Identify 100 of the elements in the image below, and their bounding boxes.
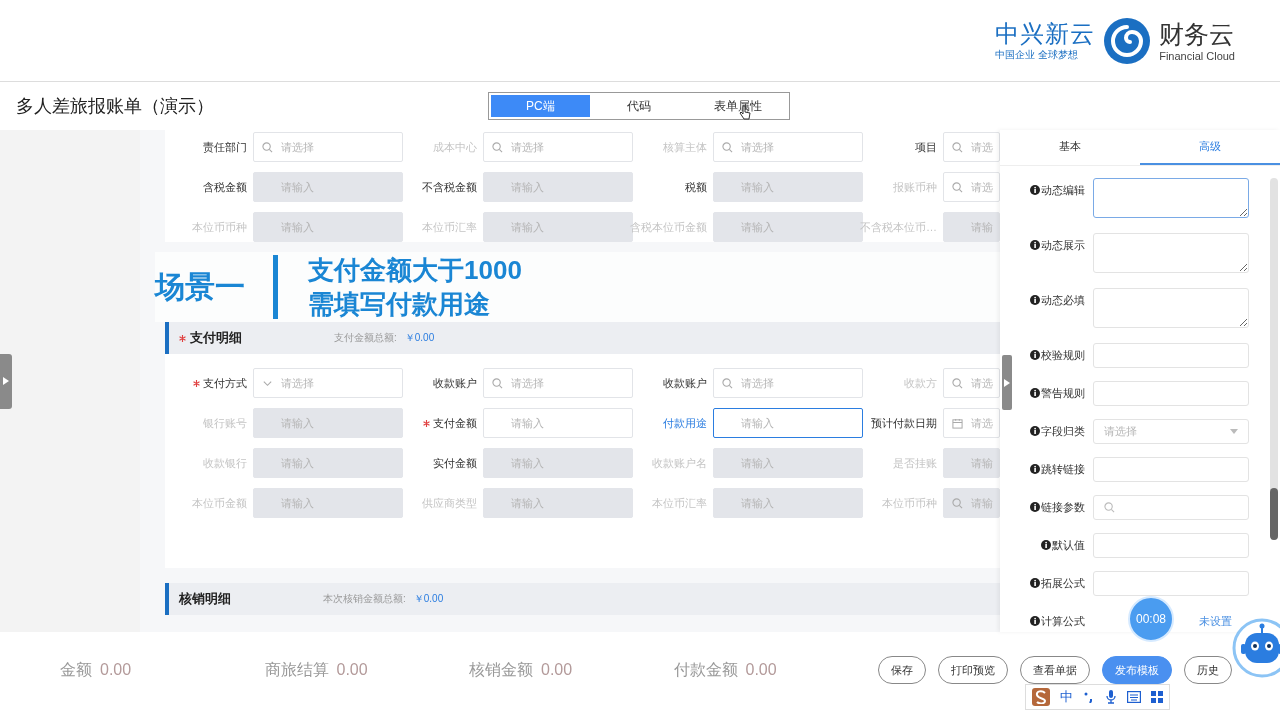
scrollbar[interactable] bbox=[1270, 178, 1278, 540]
select-field[interactable]: 请选择 bbox=[253, 132, 403, 162]
input-field[interactable] bbox=[1093, 533, 1249, 558]
search-field[interactable] bbox=[1093, 495, 1249, 520]
field-label: 付款用途 bbox=[663, 415, 707, 431]
product-subtitle: Financial Cloud bbox=[1159, 48, 1235, 63]
select-field[interactable]: 请选 bbox=[943, 132, 1000, 162]
property-label: 计算公式 bbox=[1041, 613, 1085, 629]
info-icon bbox=[1030, 616, 1040, 626]
total-label: 本次核销金额总额: bbox=[323, 592, 406, 606]
property-label: 跳转链接 bbox=[1041, 461, 1085, 477]
select-field[interactable]: 请选择 bbox=[483, 368, 633, 398]
action-button[interactable]: 保存 bbox=[878, 656, 926, 684]
collapse-handle[interactable] bbox=[1002, 355, 1012, 410]
product-name: 财务云 bbox=[1159, 18, 1235, 49]
field-label: 支付金额 bbox=[433, 415, 477, 431]
search-icon bbox=[952, 181, 963, 193]
action-button[interactable]: 历史 bbox=[1184, 656, 1232, 684]
input-field[interactable]: 请输入 bbox=[483, 408, 633, 438]
input-field[interactable] bbox=[1093, 457, 1249, 482]
keyboard-icon[interactable] bbox=[1127, 691, 1141, 703]
total-label: 金额 bbox=[60, 659, 92, 680]
info-icon bbox=[1030, 295, 1040, 305]
field-label: 支付方式 bbox=[203, 375, 247, 391]
microphone-icon[interactable] bbox=[1105, 690, 1117, 704]
total-value: 0.00 bbox=[100, 660, 132, 679]
search-icon bbox=[492, 141, 503, 153]
section-title: 核销明细 bbox=[179, 590, 232, 608]
select-field[interactable]: 请选择 bbox=[483, 132, 633, 162]
caret-icon bbox=[1230, 429, 1238, 434]
input-field[interactable]: 请输入 bbox=[713, 408, 863, 438]
select-field[interactable]: 请选择 bbox=[713, 368, 863, 398]
search-icon bbox=[952, 377, 963, 389]
view-tab[interactable]: PC端 bbox=[491, 95, 590, 117]
input-field[interactable] bbox=[1093, 343, 1249, 368]
info-icon bbox=[1030, 185, 1040, 195]
action-button[interactable]: 发布模板 bbox=[1102, 656, 1172, 684]
property-label: 动态编辑 bbox=[1041, 182, 1085, 198]
field-label: 收款账户 bbox=[433, 375, 477, 391]
total-label: 商旅结算 bbox=[264, 659, 329, 680]
scenario-text: 支付金额大于1000 bbox=[308, 254, 522, 287]
field-label: 税额 bbox=[685, 179, 707, 195]
info-icon bbox=[1030, 240, 1040, 250]
select-field[interactable]: 请选择 bbox=[713, 132, 863, 162]
date-field[interactable]: 请选 bbox=[943, 408, 1000, 438]
field-label: 预计付款日期 bbox=[871, 415, 937, 431]
search-icon bbox=[722, 377, 733, 389]
punctuation-icon[interactable] bbox=[1083, 691, 1095, 703]
input-field[interactable] bbox=[1093, 571, 1249, 596]
ime-mode[interactable]: 中 bbox=[1060, 688, 1073, 706]
property-label: 动态必填 bbox=[1041, 292, 1085, 308]
total-amount: ￥0.00 bbox=[413, 592, 444, 606]
textarea-field[interactable] bbox=[1093, 178, 1249, 218]
property-label: 默认值 bbox=[1052, 537, 1085, 553]
panel-tab[interactable]: 高级 bbox=[1140, 130, 1280, 165]
input-field[interactable] bbox=[1093, 381, 1249, 406]
total-label: 付款金额 bbox=[673, 659, 738, 680]
search-icon bbox=[262, 141, 273, 153]
field-label: 不含税金额 bbox=[422, 179, 477, 195]
info-icon bbox=[1030, 502, 1040, 512]
ime-logo-icon[interactable] bbox=[1032, 688, 1050, 706]
field-label: 收款账户 bbox=[663, 375, 707, 391]
property-label: 校验规则 bbox=[1041, 347, 1085, 363]
search-icon bbox=[492, 377, 503, 389]
field-label: 项目 bbox=[915, 139, 937, 155]
formula-link[interactable]: 未设置 bbox=[1199, 609, 1232, 633]
select-field[interactable]: 请选 bbox=[943, 172, 1000, 202]
select-field[interactable]: 请选择 bbox=[1093, 419, 1249, 444]
brand-name: 中兴新云 bbox=[995, 20, 1096, 48]
calendar-icon bbox=[952, 417, 963, 429]
total-label: 核销金额 bbox=[469, 659, 533, 680]
action-button[interactable]: 打印预览 bbox=[938, 656, 1008, 684]
property-label: 拓展公式 bbox=[1041, 575, 1085, 591]
action-button[interactable]: 查看单据 bbox=[1020, 656, 1090, 684]
form-title: 多人差旅报账单（演示） bbox=[16, 95, 215, 118]
panel-tab[interactable]: 基本 bbox=[1000, 130, 1140, 165]
select-field[interactable]: 请选 bbox=[943, 368, 1000, 398]
brand-slogan: 中国企业 全球梦想 bbox=[995, 48, 1079, 61]
info-icon bbox=[1030, 388, 1040, 398]
search-icon bbox=[952, 141, 963, 153]
expand-handle[interactable] bbox=[0, 353, 12, 409]
field-label: 含税金额 bbox=[203, 179, 247, 195]
property-label: 字段归类 bbox=[1041, 423, 1085, 439]
info-icon bbox=[1041, 540, 1051, 550]
property-label: 动态展示 bbox=[1041, 237, 1085, 253]
robot-icon[interactable] bbox=[1232, 618, 1280, 678]
scrollbar-thumb[interactable] bbox=[1270, 488, 1278, 540]
scenario-title: 场景一 bbox=[155, 268, 245, 305]
field-label: 实付金额 bbox=[433, 455, 477, 471]
total-label: 支付金额总额: bbox=[334, 331, 397, 345]
search-icon bbox=[952, 497, 963, 509]
search-icon bbox=[722, 141, 733, 153]
search-icon bbox=[1104, 502, 1115, 513]
grid-icon[interactable] bbox=[1151, 691, 1163, 703]
field-label: 责任部门 bbox=[203, 139, 247, 155]
swirl-logo-icon bbox=[1103, 16, 1152, 65]
dropdown-field[interactable]: 请选择 bbox=[253, 368, 403, 398]
section-title: 支付明细 bbox=[190, 329, 243, 347]
property-label: 警告规则 bbox=[1041, 385, 1085, 401]
info-icon bbox=[1030, 464, 1040, 474]
